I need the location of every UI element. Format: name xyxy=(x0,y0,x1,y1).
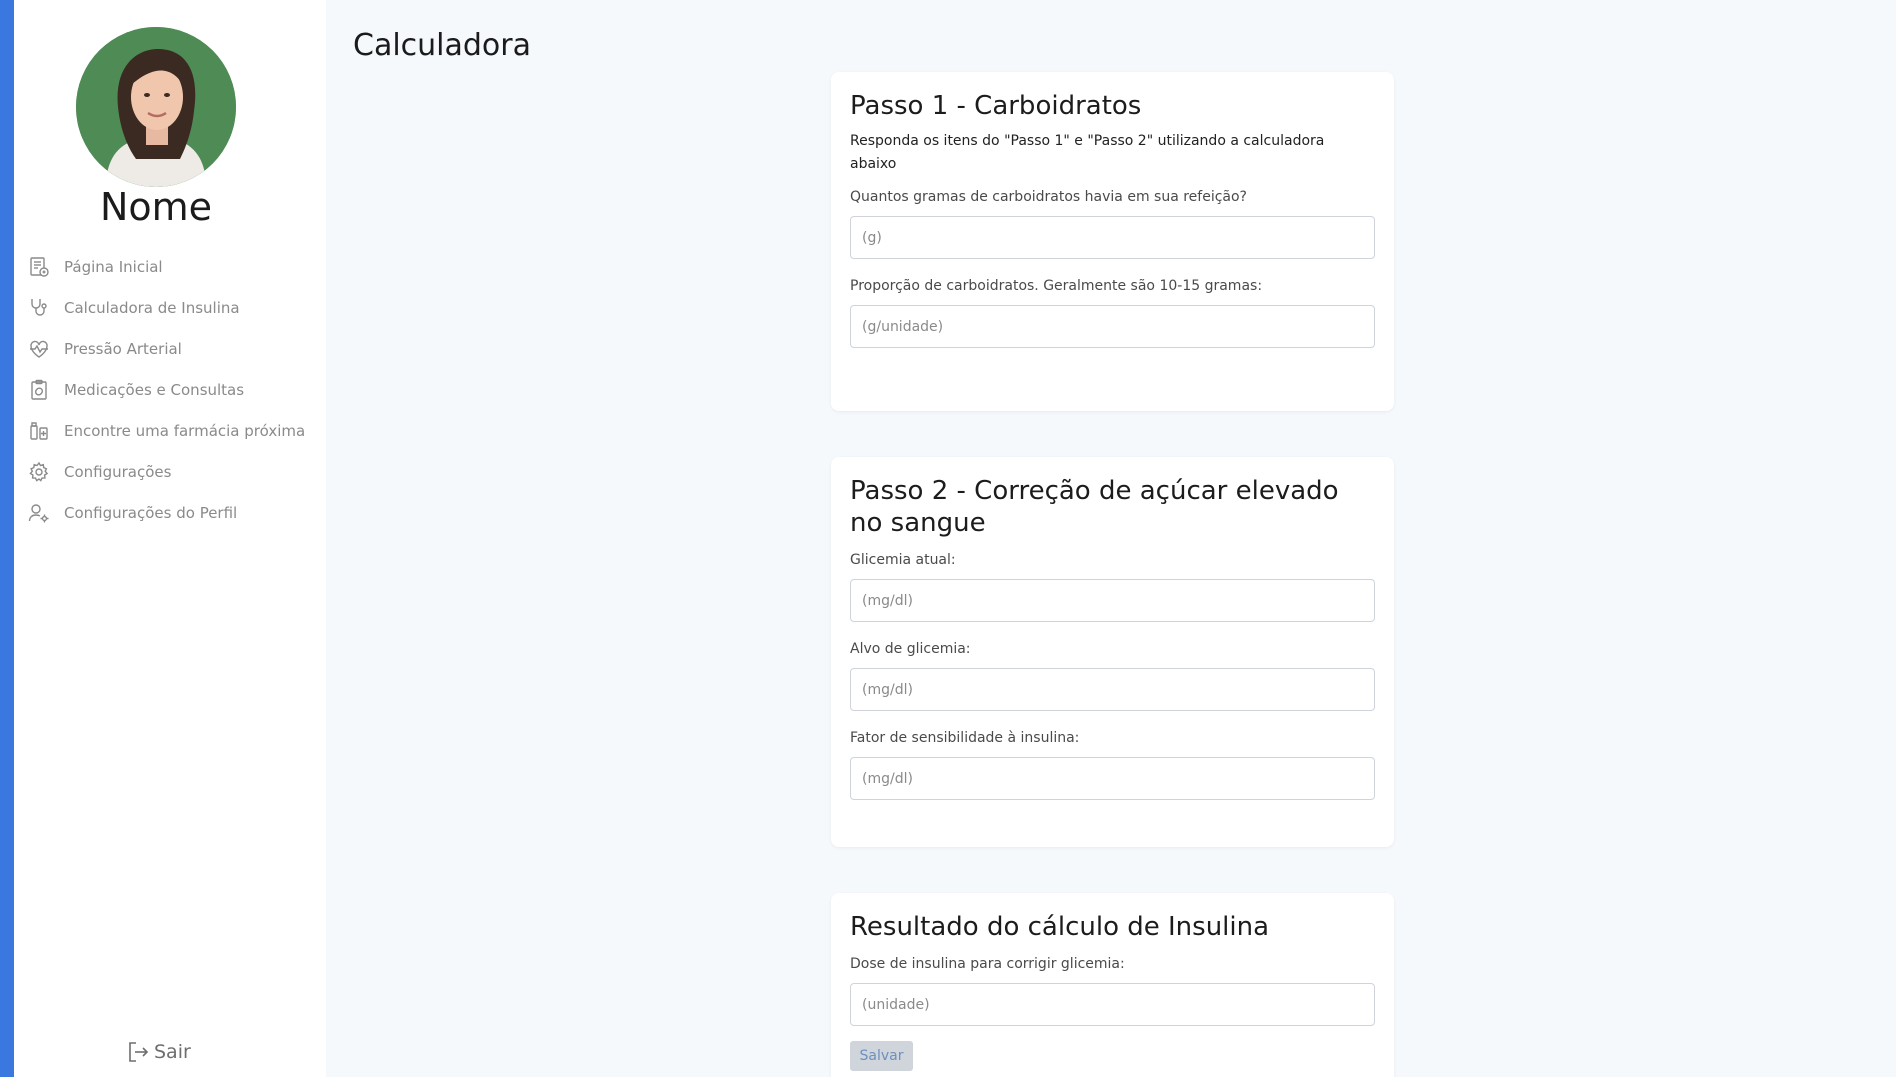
step2-card: Passo 2 - Correção de açúcar elevado no … xyxy=(831,457,1394,847)
sidebar-item-label: Configurações do Perfil xyxy=(64,503,238,522)
current-glucose-label: Glicemia atual: xyxy=(850,552,956,568)
insulin-dose-label: Dose de insulina para corrigir glicemia: xyxy=(850,956,1125,972)
save-button[interactable]: Salvar xyxy=(850,1041,913,1071)
heart-pulse-icon xyxy=(28,338,50,360)
logout-button[interactable]: Sair xyxy=(126,1040,191,1064)
insulin-dose-input[interactable] xyxy=(850,983,1375,1026)
stethoscope-icon xyxy=(28,297,50,319)
result-title: Resultado do cálculo de Insulina xyxy=(850,912,1270,942)
sensitivity-label: Fator de sensibilidade à insulina: xyxy=(850,730,1080,746)
avatar-image xyxy=(76,27,236,187)
accent-bar xyxy=(0,0,14,1077)
carb-ratio-label: Proporção de carboidratos. Geralmente sã… xyxy=(850,278,1263,294)
sidebar-item-label: Medicações e Consultas xyxy=(64,380,245,399)
home-document-icon xyxy=(28,256,50,278)
sidebar-item-home[interactable]: Página Inicial xyxy=(28,246,318,287)
target-glucose-input[interactable] xyxy=(850,668,1375,711)
page-title: Calculadora xyxy=(353,28,532,63)
step1-title: Passo 1 - Carboidratos xyxy=(850,91,1142,121)
logout-icon xyxy=(129,1042,149,1062)
pharmacy-icon xyxy=(28,420,50,442)
sidebar-item-blood-pressure[interactable]: Pressão Arterial xyxy=(28,328,318,369)
sidebar-item-label: Pressão Arterial xyxy=(64,339,182,358)
sidebar-item-label: Página Inicial xyxy=(64,257,163,276)
current-glucose-input[interactable] xyxy=(850,579,1375,622)
sidebar-item-profile-settings[interactable]: Configurações do Perfil xyxy=(28,492,318,533)
sidebar-item-settings[interactable]: Configurações xyxy=(28,451,318,492)
user-gear-icon xyxy=(28,502,50,524)
carbs-label: Quantos gramas de carboidratos havia em … xyxy=(850,189,1247,205)
avatar xyxy=(76,27,236,187)
step2-title: Passo 2 - Correção de açúcar elevado no … xyxy=(850,476,1339,538)
step1-card: Passo 1 - Carboidratos Responda os itens… xyxy=(831,72,1394,411)
sidebar-item-label: Configurações xyxy=(64,462,172,481)
step1-description: Responda os itens do "Passo 1" e "Passo … xyxy=(850,133,1325,172)
logout-label: Sair xyxy=(154,1041,191,1063)
carbs-input[interactable] xyxy=(850,216,1375,259)
sidebar-item-pharmacy[interactable]: Encontre uma farmácia próxima xyxy=(28,410,318,451)
sidebar-item-label: Calculadora de Insulina xyxy=(64,298,240,317)
profile-name: Nome xyxy=(99,185,213,229)
sidebar-nav: Página Inicial Calculadora de Insulina P… xyxy=(28,246,318,533)
sidebar-item-label: Encontre uma farmácia próxima xyxy=(64,421,306,440)
clipboard-pill-icon xyxy=(28,379,50,401)
sensitivity-input[interactable] xyxy=(850,757,1375,800)
result-card: Resultado do cálculo de Insulina Dose de… xyxy=(831,893,1394,1077)
carb-ratio-input[interactable] xyxy=(850,305,1375,348)
sidebar: Nome Página Inicial Calculadora de Insul… xyxy=(14,0,326,1077)
target-glucose-label: Alvo de glicemia: xyxy=(850,641,971,657)
sidebar-item-medications[interactable]: Medicações e Consultas xyxy=(28,369,318,410)
sidebar-item-insulin-calculator[interactable]: Calculadora de Insulina xyxy=(28,287,318,328)
gear-icon xyxy=(28,461,50,483)
